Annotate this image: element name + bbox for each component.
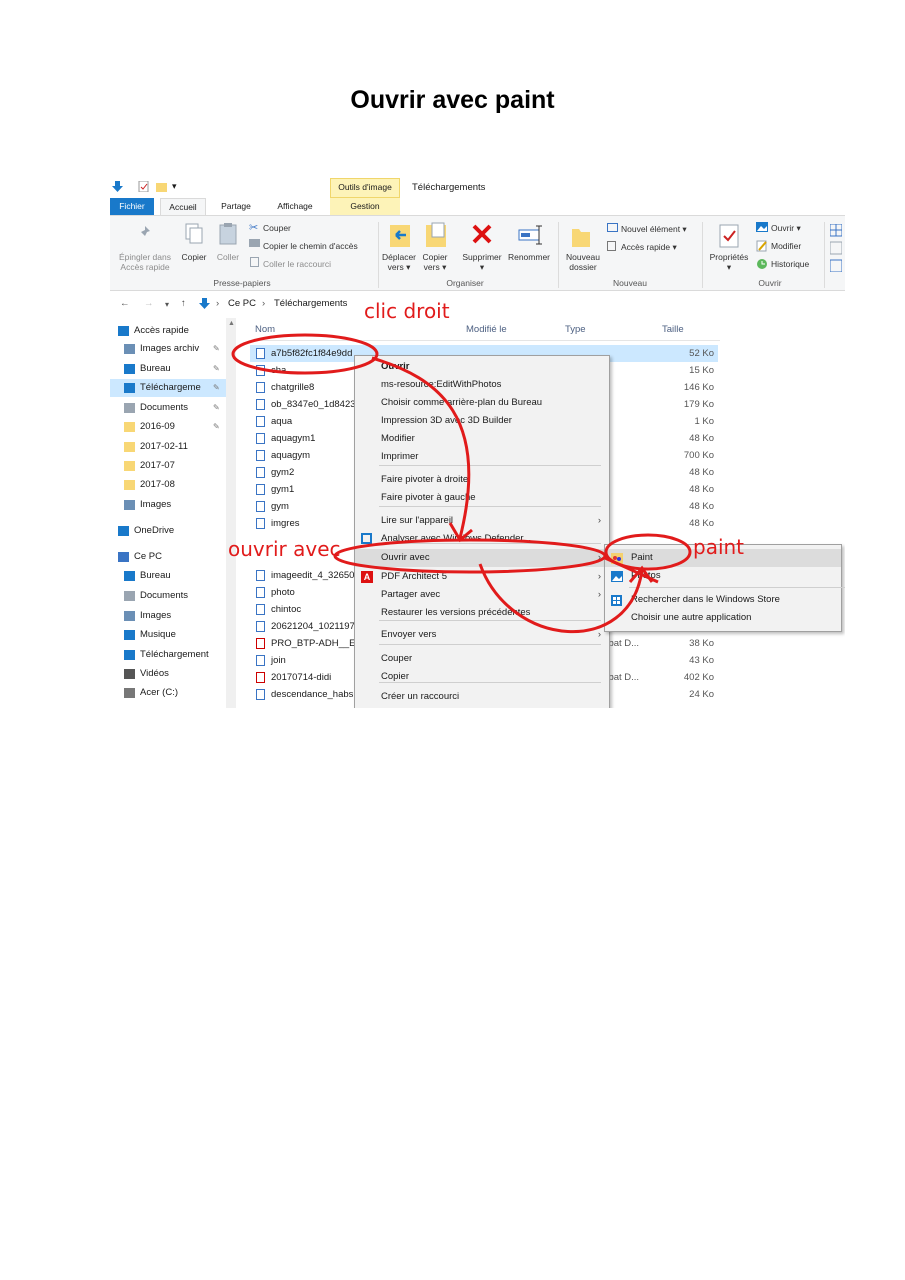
circle-selected-file xyxy=(231,333,379,375)
explorer-window: ▾ Outils d'image Téléchargements Fichier… xyxy=(110,178,845,708)
annotation-strokes xyxy=(231,333,692,633)
arrow-file-to-open-with xyxy=(371,356,471,539)
page-title: Ouvrir avec paint xyxy=(350,86,555,114)
circle-open-with xyxy=(333,538,607,574)
arrow-open-with-to-paint xyxy=(478,563,644,633)
